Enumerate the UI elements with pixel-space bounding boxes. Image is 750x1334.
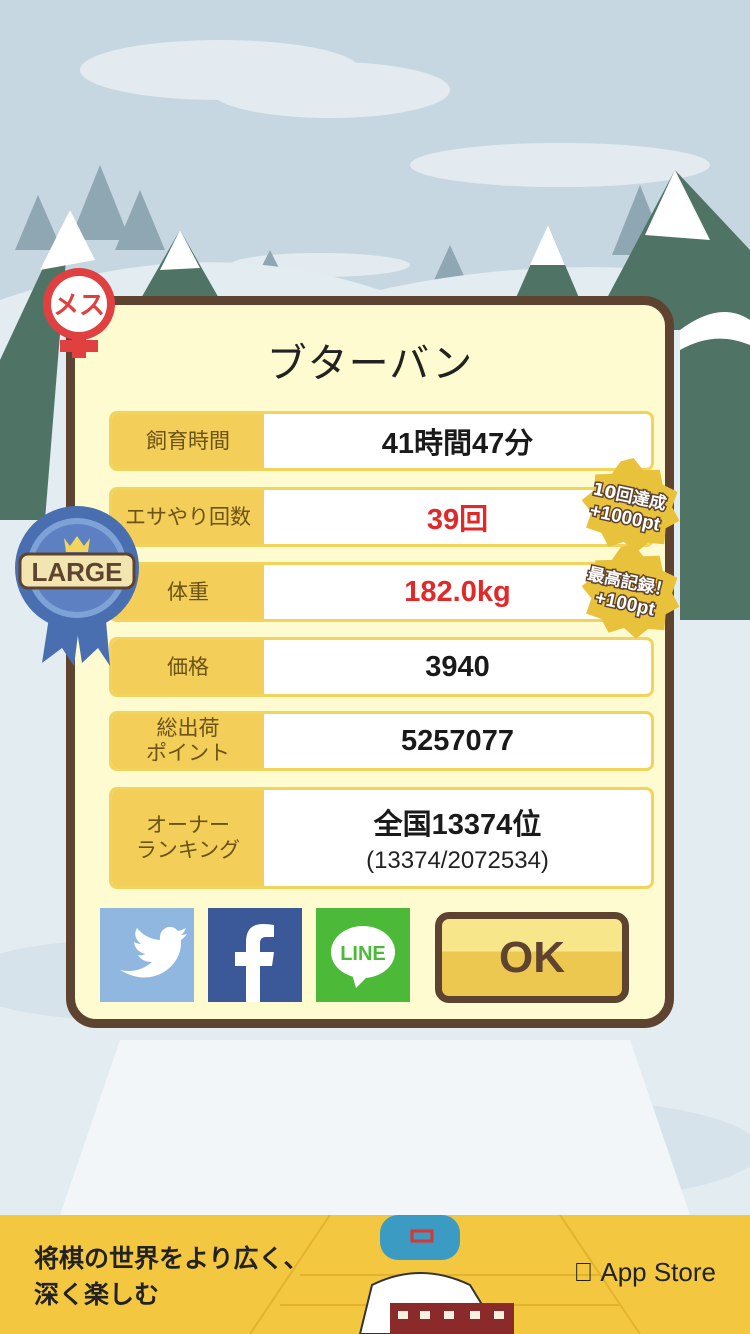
stat-row-price: 価格 3940 bbox=[109, 637, 654, 697]
stat-label: 飼育時間 bbox=[112, 414, 264, 468]
size-label: LARGE bbox=[32, 557, 123, 587]
pig-name-title: ブターバン bbox=[266, 341, 474, 387]
app-store-label:  App Store bbox=[574, 1257, 716, 1288]
ad-headline: 将棋の世界をより広く、 深く楽しむ bbox=[34, 1244, 309, 1309]
ok-button[interactable]: OK bbox=[435, 912, 629, 1003]
stat-label: 総出荷 ポイント bbox=[112, 714, 264, 768]
line-share-button[interactable]: LINE bbox=[316, 908, 410, 1002]
facebook-share-button[interactable] bbox=[208, 908, 302, 1002]
large-size-ribbon: LARGE bbox=[15, 506, 139, 666]
apple-icon:  bbox=[574, 1257, 594, 1287]
bonus-badge-achievement: 10回達成 +1000pt bbox=[581, 458, 680, 553]
stat-label: オーナー ランキング bbox=[112, 790, 264, 886]
stat-value: 3940 bbox=[425, 650, 490, 683]
stat-value: 全国13374位 (13374/2072534) bbox=[366, 809, 549, 874]
stat-row-owner-ranking: オーナー ランキング 全国13374位 (13374/2072534) bbox=[109, 787, 654, 889]
result-card: ブターバン 飼育時間 41時間47分 エサやり回数 39回 体重 182.0kg… bbox=[66, 296, 674, 1028]
ranking-detail: (13374/2072534) bbox=[366, 847, 549, 874]
bonus-badges: 10回達成 +1000pt 最高記録！ +100pt bbox=[581, 458, 680, 639]
ad-banner[interactable]: 将棋の世界をより広く、 深く楽しむ  App Store bbox=[0, 1215, 750, 1334]
line-logo-text: LINE bbox=[340, 943, 386, 965]
stat-row-shipping-points: 総出荷 ポイント 5257077 bbox=[109, 711, 654, 771]
bonus-badge-record: 最高記録！ +100pt bbox=[581, 544, 680, 639]
female-gender-badge: メス bbox=[43, 268, 115, 358]
stat-value: 5257077 bbox=[401, 724, 514, 757]
twitter-share-button[interactable] bbox=[100, 908, 194, 1002]
gender-label: メス bbox=[53, 291, 105, 321]
